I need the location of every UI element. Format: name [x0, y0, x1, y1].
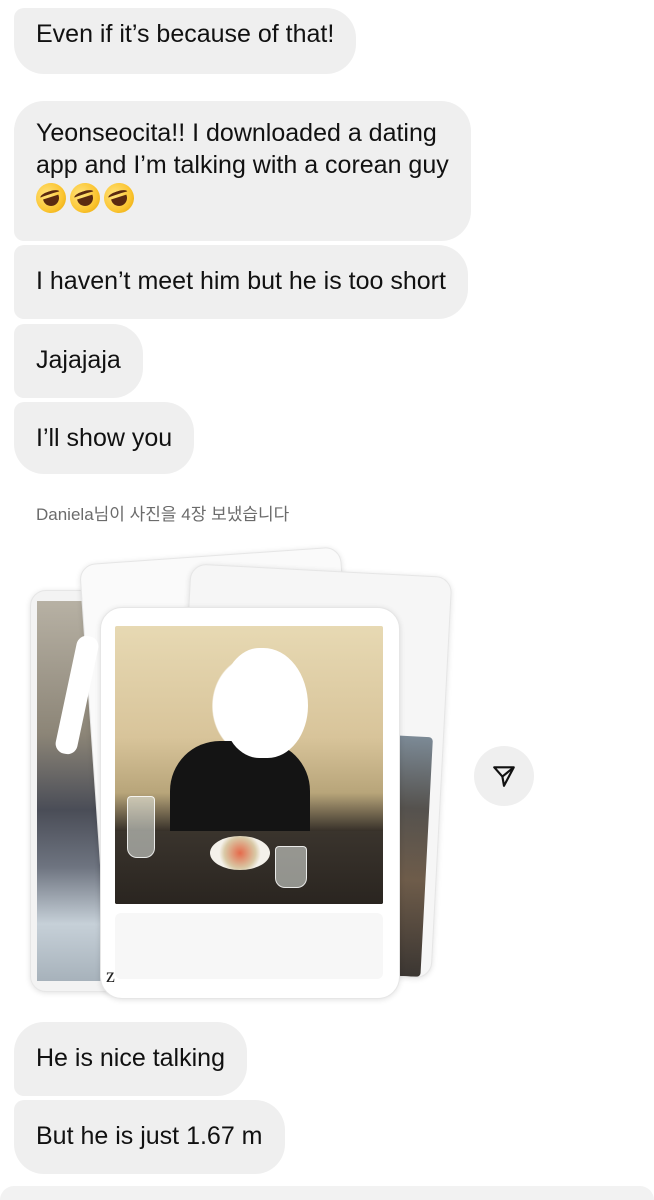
message-text: I’ll show you: [36, 424, 173, 452]
photo-card-front[interactable]: [100, 607, 400, 999]
message-bubble[interactable]: Jajajaja: [14, 324, 143, 398]
message-text: But he is just 1.67 m: [36, 1122, 263, 1150]
message-text: He is nice talking: [36, 1044, 225, 1072]
message-bubble[interactable]: Yeonseocita!! I downloaded a dating app …: [14, 101, 471, 241]
message-bubble[interactable]: I haven’t meet him but he is too short: [14, 245, 468, 319]
photo-image: [115, 626, 383, 904]
chat-thread: Even if it’s because of that! Yeonseocit…: [0, 0, 654, 1200]
message-bubble[interactable]: Even if it’s because of that!: [14, 8, 357, 74]
plate-shape: [210, 836, 270, 870]
next-message-edge: [0, 1186, 654, 1200]
rofl-emoji-icon: [100, 179, 138, 217]
message-bubble[interactable]: I’ll show you: [14, 402, 195, 474]
message-text: Even if it’s because of that!: [36, 20, 335, 48]
emoji-row: [32, 179, 449, 217]
message-text-line: app and I’m talking with a corean guy: [36, 151, 449, 179]
send-icon: [493, 766, 515, 787]
message-text: Jajajaja: [36, 346, 121, 374]
message-bubble[interactable]: He is nice talking: [14, 1022, 247, 1096]
redaction-scribble: [223, 648, 308, 758]
message-text-line: Yeonseocita!! I downloaded a dating: [36, 119, 437, 147]
rofl-emoji-icon: [32, 179, 70, 217]
rofl-emoji-icon: [66, 179, 104, 217]
photo-stack[interactable]: z: [30, 545, 453, 999]
message-bubble[interactable]: But he is just 1.67 m: [14, 1100, 285, 1174]
message-text: I haven’t meet him but he is too short: [36, 267, 446, 295]
share-button[interactable]: [474, 746, 534, 806]
caption-text: z: [106, 965, 115, 987]
glass-shape: [127, 796, 155, 858]
glass-shape: [275, 846, 307, 888]
photos-sent-notice: Daniela님이 사진을 4장 보냈습니다: [36, 505, 290, 524]
photo-caption-area: [115, 913, 383, 979]
